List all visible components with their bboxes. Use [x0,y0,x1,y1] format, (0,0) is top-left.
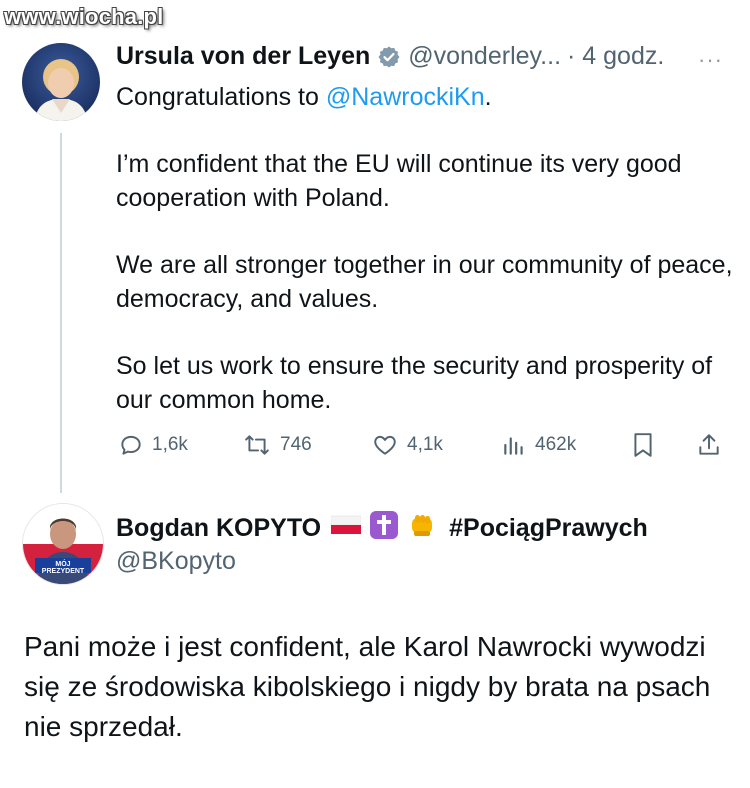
line1-suffix: . [484,83,492,111]
like-button[interactable]: 4,1k [371,432,443,458]
tweet1-text: Congratulations to @NawrockiKn. I’m conf… [116,80,736,450]
author-name[interactable]: Ursula von der Leyen [116,42,370,71]
heart-icon [371,432,399,458]
tweet1-para4: So let us work to ensure the security an… [116,352,713,414]
tweet2-text: Pani może i jest confident, ale Karol Na… [24,631,711,742]
bookmark-icon [631,432,655,458]
share-button[interactable] [696,432,722,458]
tweet1-para3: We are all stronger together in our comm… [116,251,733,313]
reply-button[interactable]: 1,6k [118,432,188,458]
fist-icon [407,510,437,547]
repost-button[interactable]: 746 [242,432,312,458]
mention-link[interactable]: @NawrockiKn [326,83,485,111]
tweet1-line1: Congratulations to @NawrockiKn. [116,80,736,114]
repost-count: 746 [280,434,312,455]
more-options-icon[interactable]: ··· [698,47,723,73]
share-icon [696,432,722,458]
avatar-bogdan[interactable]: MÓJ PREZYDENT [22,503,104,585]
watermark: www.wiocha.pl [4,4,164,29]
verified-badge-icon [377,45,401,69]
views-count: 462k [535,434,577,455]
line1-prefix: Congratulations to [116,83,326,111]
flag-poland-icon [330,514,362,543]
tweet1-header: Ursula von der Leyen @vonderley... · 4 g… [116,42,664,71]
reply-count: 1,6k [152,434,188,455]
author-name-2[interactable]: Bogdan KOPYTO [116,514,321,543]
tweet1-para2: I’m confident that the EU will continue … [116,150,682,212]
latin-cross-icon [369,510,399,547]
tweet1-actions: 1,6k 746 4,1k 462k [116,432,726,462]
like-count: 4,1k [407,434,443,455]
avatar-ursula[interactable] [22,43,100,121]
bookmark-button[interactable] [631,432,655,458]
avatar-caption: MÓJ PREZYDENT [41,561,85,575]
hashtag-link[interactable]: #PociągPrawych [449,514,648,543]
tweet2-header: Bogdan KOPYTO #PociągPrawych [116,510,648,547]
thread-line [60,133,62,493]
views-button[interactable]: 462k [501,432,576,458]
views-chart-icon [501,432,527,458]
author-handle-2[interactable]: @BKopyto [116,547,236,576]
author-handle[interactable]: @vonderley... [408,42,561,71]
reply-icon [118,432,144,458]
tweet-time[interactable]: · 4 godz. [567,42,664,71]
repost-icon [242,432,272,458]
